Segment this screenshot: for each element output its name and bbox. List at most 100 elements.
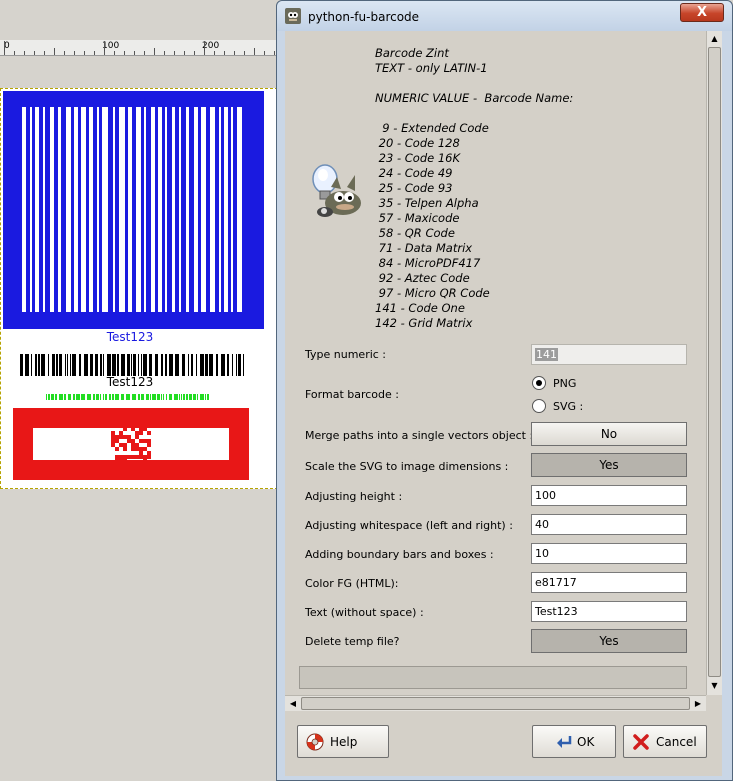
horizontal-scroll-thumb[interactable] <box>301 697 690 710</box>
description-line: 25 - Code 93 <box>375 181 453 195</box>
description-line: 142 - Grid Matrix <box>375 316 473 330</box>
whitespace-input[interactable]: 40 <box>531 514 687 535</box>
format-barcode-label: Format barcode : <box>305 388 399 401</box>
description-line: TEXT - only LATIN-1 <box>375 61 488 75</box>
barcode-bar <box>107 354 111 376</box>
grid-matrix-code <box>111 423 151 467</box>
barcode-bar <box>103 394 104 400</box>
matrix-module <box>139 431 143 435</box>
description-line: 84 - MicroPDF417 <box>375 256 481 270</box>
barcode-bar <box>138 394 140 400</box>
barcode-bar <box>155 354 158 376</box>
barcode-bar <box>102 107 108 312</box>
barcode-bar <box>207 394 209 400</box>
ruler-tick <box>104 41 105 55</box>
description-line: 58 - QR Code <box>375 226 455 240</box>
color-fg-input[interactable]: e81717 <box>531 572 687 593</box>
format-svg-radio[interactable] <box>532 399 546 413</box>
plugin-description: Barcode Zint TEXT - only LATIN-1 NUMERIC V… <box>375 46 695 331</box>
gimp-icon <box>285 8 301 24</box>
merge-paths-toggle[interactable]: No <box>531 422 687 446</box>
barcode-bar <box>149 354 152 376</box>
ruler-tick <box>174 51 175 55</box>
boundary-input[interactable]: 10 <box>531 543 687 564</box>
barcode-bar <box>115 394 119 400</box>
scroll-right-icon[interactable]: ▶ <box>690 696 706 711</box>
scale-svg-toggle[interactable]: Yes <box>531 453 687 477</box>
ruler-tick <box>254 48 255 55</box>
barcode-bar <box>100 394 101 400</box>
ruler-tick <box>224 51 225 55</box>
barcode-bar <box>141 394 144 400</box>
barcode-bar <box>157 394 160 400</box>
scroll-up-icon[interactable]: ▲ <box>707 31 722 47</box>
help-button[interactable]: Help <box>297 725 389 758</box>
description-line: NUMERIC VALUE - Barcode Name: <box>375 91 574 105</box>
ruler-tick <box>124 51 125 55</box>
barcode-bar <box>151 107 155 312</box>
matrix-module <box>147 423 151 427</box>
ruler-tick <box>44 51 45 55</box>
barcode-bar <box>59 354 62 376</box>
horizontal-ruler: 0 100 200 <box>0 40 290 56</box>
scrolled-panel: Barcode Zint TEXT - only LATIN-1 NUMERIC V… <box>285 31 722 715</box>
close-button[interactable]: X <box>680 3 724 22</box>
barcode-bar <box>161 394 162 400</box>
type-numeric-field[interactable]: 141 <box>531 344 687 365</box>
barcode-bar <box>31 354 32 376</box>
vertical-scroll-thumb[interactable] <box>708 47 721 677</box>
text-label: Text (without space) : <box>305 606 424 619</box>
scroll-left-icon[interactable]: ◀ <box>285 696 301 711</box>
ruler-tick <box>24 51 25 55</box>
barcode-bar <box>188 354 189 376</box>
barcode-bar <box>163 394 164 400</box>
barcode-bar <box>105 394 107 400</box>
description-line: 23 - Code 16K <box>375 151 461 165</box>
barcode-bar <box>72 354 76 376</box>
ruler-tick <box>164 51 165 55</box>
scale-svg-label: Scale the SVG to image dimensions : <box>305 460 509 473</box>
delete-temp-label: Delete temp file? <box>305 635 400 648</box>
text-input[interactable]: Test123 <box>531 601 687 622</box>
cancel-button[interactable]: Cancel <box>623 725 707 758</box>
ruler-tick <box>134 51 135 55</box>
barcode-bar <box>127 354 130 376</box>
ruler-tick <box>34 51 35 55</box>
barcode-bars-green <box>46 394 210 400</box>
barcode-bar <box>30 107 32 312</box>
barcode-bar <box>35 354 37 376</box>
barcode-text-label: Test123 <box>106 330 154 344</box>
barcode-bar <box>143 354 147 376</box>
barcode-bar <box>22 107 26 312</box>
barcode-bar <box>117 354 119 376</box>
title-bar[interactable]: python-fu-barcode X <box>277 1 732 31</box>
barcode-bar <box>81 394 85 400</box>
description-line: 9 - Extended Code <box>375 121 489 135</box>
barcode-bar <box>79 354 81 376</box>
format-png-radio[interactable] <box>532 376 546 390</box>
barcode-bar <box>96 394 99 400</box>
barcode-bar <box>112 354 116 376</box>
barcode-bars-small <box>20 354 244 376</box>
ruler-tick <box>54 48 55 55</box>
description-line: 24 - Code 49 <box>375 166 453 180</box>
ok-button[interactable]: OK <box>532 725 616 758</box>
barcode-bar <box>201 107 206 312</box>
description-line: 35 - Telpen Alpha <box>375 196 479 210</box>
enter-arrow-icon <box>557 736 572 748</box>
ruler-tick <box>74 51 75 55</box>
scroll-down-icon[interactable]: ▼ <box>707 678 722 694</box>
barcode-bar <box>205 394 206 400</box>
barcode-bar <box>35 107 39 312</box>
type-numeric-value: 141 <box>535 348 558 361</box>
matrix-module <box>147 443 151 447</box>
vertical-scrollbar[interactable]: ▲ ▼ <box>706 31 722 695</box>
delete-temp-toggle[interactable]: Yes <box>531 629 687 653</box>
barcode-bar <box>121 394 124 400</box>
height-input[interactable]: 100 <box>531 485 687 506</box>
boundary-label: Adding boundary bars and boxes : <box>305 548 494 561</box>
barcode-bar <box>193 394 196 400</box>
barcode-bars <box>22 107 242 312</box>
horizontal-scrollbar[interactable]: ◀ ▶ <box>285 695 706 711</box>
barcode-bar <box>197 394 198 400</box>
